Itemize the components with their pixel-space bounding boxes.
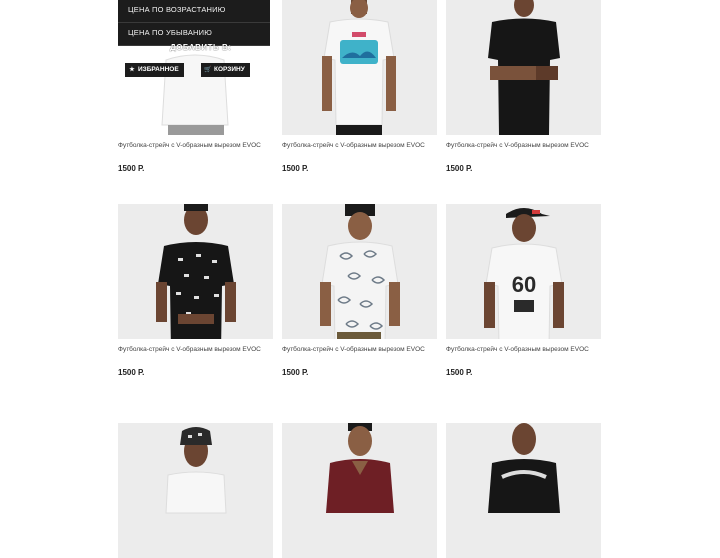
product-title[interactable]: Футболка-стрейч с V-образным вырезом EVO… [282,142,437,150]
cart-icon: 🛒 [204,67,212,73]
sort-option-price-asc[interactable]: Цена по возрастанию [118,0,270,23]
product-title[interactable]: Футболка-стрейч с V-образным вырезом EVO… [446,142,601,150]
star-icon: ★ [129,67,135,73]
product-price: 1500 Р. [118,368,145,377]
product-price: 1500 Р. [446,368,473,377]
product-price: 1500 Р. [282,368,309,377]
product-photo[interactable]: 60 [446,204,601,339]
product-photo[interactable] [282,423,437,558]
sort-dropdown: Цена по возрастанию Цена по убыванию [118,0,270,46]
product-photo[interactable] [118,423,273,558]
product-photo[interactable] [446,423,601,558]
cart-label: Корзину [214,66,245,73]
product-photo[interactable] [282,204,437,339]
product-photo[interactable] [282,0,437,135]
add-to-cart-button[interactable]: 🛒 Корзину [201,63,250,77]
product-price: 1500 Р. [282,164,309,173]
add-to-label: Добавить в: [170,43,232,52]
add-to-favorites-button[interactable]: ★ Избранное [125,63,184,77]
product-photo[interactable] [118,204,273,339]
print-number: 60 [512,272,536,297]
favorites-label: Избранное [138,66,179,73]
product-title[interactable]: Футболка-стрейч с V-образным вырезом EVO… [446,346,601,354]
product-price: 1500 Р. [446,164,473,173]
product-title[interactable]: Футболка-стрейч с V-образным вырезом EVO… [282,346,437,354]
product-title[interactable]: Футболка-стрейч с V-образным вырезом EVO… [118,142,273,150]
product-price: 1500 Р. [118,164,145,173]
product-title[interactable]: Футболка-стрейч с V-образным вырезом EVO… [118,346,273,354]
product-photo[interactable] [446,0,601,135]
